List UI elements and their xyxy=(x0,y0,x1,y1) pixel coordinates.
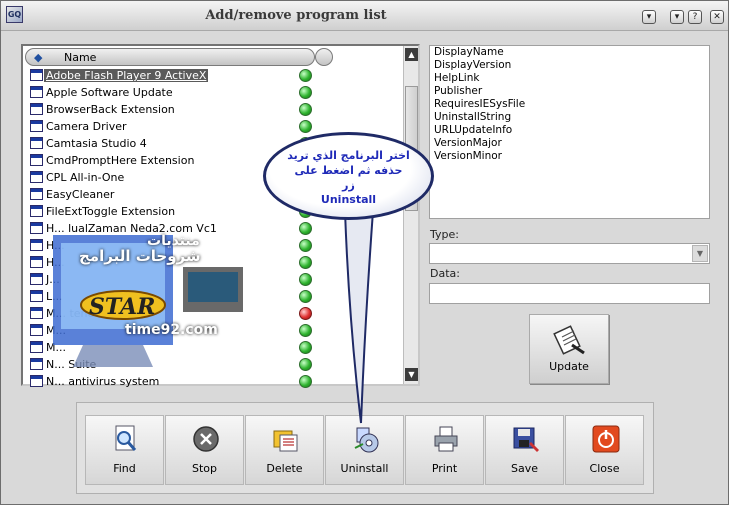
status-indicator-icon xyxy=(299,222,312,235)
forum-watermark: منتديات شروحات البرامج STAR time92.com xyxy=(43,227,253,387)
program-icon xyxy=(30,205,43,217)
update-button[interactable]: Update xyxy=(529,314,609,384)
watermark-url: time92.com xyxy=(125,322,218,338)
program-name: EasyCleaner xyxy=(46,188,115,201)
table-row[interactable]: Apple Software Update xyxy=(25,84,405,101)
watermark-brand: STAR xyxy=(89,294,156,320)
status-indicator-icon xyxy=(299,86,312,99)
status-indicator-icon xyxy=(299,341,312,354)
property-item[interactable]: VersionMinor xyxy=(430,150,709,163)
close-button[interactable]: Close xyxy=(565,415,644,485)
program-name: Camtasia Studio 4 xyxy=(46,137,147,150)
property-item[interactable]: UninstallString xyxy=(430,111,709,124)
scroll-up-icon[interactable]: ▲ xyxy=(405,48,418,61)
status-column-header[interactable] xyxy=(315,48,333,66)
update-label: Update xyxy=(549,360,589,373)
program-icon xyxy=(30,375,43,387)
program-name: Camera Driver xyxy=(46,120,127,133)
status-indicator-icon xyxy=(299,375,312,388)
program-icon xyxy=(30,171,43,183)
property-item[interactable]: DisplayName xyxy=(430,46,709,59)
save-icon xyxy=(513,427,539,452)
sort-icon: ◆ xyxy=(34,51,43,64)
property-item[interactable]: VersionMajor xyxy=(430,137,709,150)
table-row[interactable]: Adobe Flash Player 9 ActiveX xyxy=(25,67,405,84)
list-scrollbar[interactable]: ▲ ▼ xyxy=(403,46,418,384)
scroll-down-icon[interactable]: ▼ xyxy=(405,368,418,381)
save-button[interactable]: Save xyxy=(485,415,564,485)
property-item[interactable]: RequiresIESysFile xyxy=(430,98,709,111)
program-icon xyxy=(30,324,43,336)
data-input[interactable] xyxy=(429,283,710,304)
delete-icon xyxy=(273,430,298,452)
properties-list[interactable]: DisplayName DisplayVersion HelpLink Publish… xyxy=(429,45,710,219)
program-icon xyxy=(30,239,43,251)
type-label: Type: xyxy=(430,228,459,241)
find-button[interactable]: Find xyxy=(85,415,164,485)
status-indicator-icon xyxy=(299,256,312,269)
program-icon xyxy=(30,103,43,115)
program-name: CPL All-in-One xyxy=(46,171,125,184)
status-indicator-icon xyxy=(299,120,312,133)
status-indicator-icon xyxy=(299,290,312,303)
program-icon xyxy=(30,307,43,319)
status-indicator-icon xyxy=(299,307,312,320)
program-icon xyxy=(30,154,43,166)
program-icon xyxy=(30,188,43,200)
stop-button[interactable]: Stop xyxy=(165,415,244,485)
data-label: Data: xyxy=(430,267,460,280)
print-icon xyxy=(434,426,458,452)
window-title: Add/remove program list xyxy=(205,8,387,23)
table-row[interactable]: BrowserBack Extension xyxy=(25,101,405,118)
status-indicator-icon xyxy=(299,324,312,337)
status-indicator-icon xyxy=(299,69,312,82)
status-indicator-icon xyxy=(299,358,312,371)
bubble-line-4: Uninstall xyxy=(320,193,377,206)
minimize-icon[interactable]: ▾ xyxy=(642,10,656,24)
title-bar[interactable]: GQ Add/remove program list ▾ ▾ ? ✕ xyxy=(1,1,728,31)
delete-button[interactable]: Delete xyxy=(245,415,324,485)
name-column-header[interactable]: ◆ Name xyxy=(25,48,315,66)
close-icon[interactable]: ✕ xyxy=(710,10,724,24)
stop-icon xyxy=(193,426,219,452)
restore-icon[interactable]: ▾ xyxy=(670,10,684,24)
program-name: CmdPromptHere Extension xyxy=(46,154,195,167)
program-icon xyxy=(30,120,43,132)
find-icon xyxy=(115,425,137,451)
program-icon xyxy=(30,256,43,268)
program-name: Adobe Flash Player 9 ActiveX xyxy=(44,69,209,82)
program-icon xyxy=(30,341,43,353)
bubble-line-2: حذفه ثم اضغط على xyxy=(294,164,403,177)
instruction-bubble: اختر البرنامج الذي تريد حذفه ثم اضغط على… xyxy=(263,132,434,220)
bubble-line-1: اختر البرنامج الذي تريد xyxy=(287,149,410,162)
bubble-tail xyxy=(343,210,375,424)
program-icon xyxy=(30,69,43,81)
type-select[interactable]: ▼ xyxy=(429,243,710,264)
bubble-line-3: زر xyxy=(342,179,355,192)
property-item[interactable]: Publisher xyxy=(430,85,709,98)
program-name: FileExtToggle Extension xyxy=(46,205,176,218)
app-window: GQ Add/remove program list ▾ ▾ ? ✕ ◆ Nam… xyxy=(0,0,729,505)
program-icon xyxy=(30,222,43,234)
program-icon xyxy=(30,358,43,370)
update-icon xyxy=(553,325,585,355)
program-name: Apple Software Update xyxy=(46,86,173,99)
program-icon xyxy=(30,86,43,98)
help-icon[interactable]: ? xyxy=(688,10,702,24)
power-icon xyxy=(592,425,620,453)
program-name: BrowserBack Extension xyxy=(46,103,175,116)
dropdown-arrow-icon[interactable]: ▼ xyxy=(692,245,708,262)
property-item[interactable]: DisplayVersion xyxy=(430,59,709,72)
program-icon xyxy=(30,137,43,149)
program-icon xyxy=(30,290,43,302)
watermark-arabic-mid: شروحات البرامج xyxy=(79,247,201,265)
status-indicator-icon xyxy=(299,103,312,116)
property-item[interactable]: HelpLink xyxy=(430,72,709,85)
status-indicator-icon xyxy=(299,239,312,252)
print-button[interactable]: Print xyxy=(405,415,484,485)
property-item[interactable]: URLUpdateInfo xyxy=(430,124,709,137)
status-indicator-icon xyxy=(299,273,312,286)
program-icon xyxy=(30,273,43,285)
